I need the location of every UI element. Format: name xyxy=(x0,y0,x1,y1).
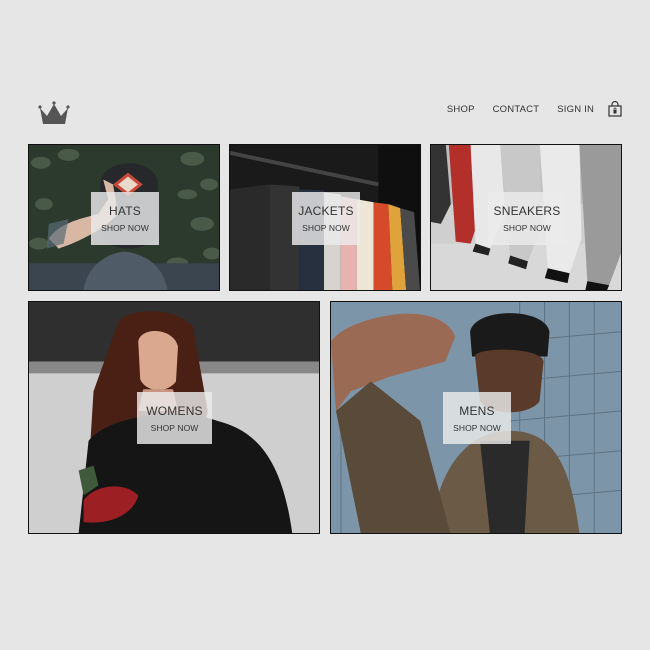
category-tile-mens[interactable]: MENS SHOP NOW xyxy=(330,301,622,534)
category-tile-jackets[interactable]: JACKETS SHOP NOW xyxy=(229,144,421,291)
nav-contact[interactable]: CONTACT xyxy=(493,104,540,115)
shop-now-link[interactable]: SHOP NOW xyxy=(151,423,199,433)
sneakers-label-box[interactable]: SNEAKERS SHOP NOW xyxy=(488,192,566,245)
shopping-bag-icon[interactable] xyxy=(608,101,622,117)
category-tile-womens[interactable]: WOMENS SHOP NOW xyxy=(28,301,320,534)
category-title: MENS xyxy=(459,403,495,418)
nav-sign-in[interactable]: SIGN IN xyxy=(557,104,594,115)
category-tile-sneakers[interactable]: SNEAKERS SHOP NOW xyxy=(430,144,622,291)
shop-now-link[interactable]: SHOP NOW xyxy=(453,423,501,433)
category-title: SNEAKERS xyxy=(493,204,561,218)
main-nav: SHOP CONTACT SIGN IN xyxy=(429,101,622,117)
hats-label-box[interactable]: HATS SHOP NOW xyxy=(91,192,159,245)
mens-label-box[interactable]: MENS SHOP NOW xyxy=(443,392,511,444)
category-title: WOMENS xyxy=(146,403,203,418)
crown-logo-icon[interactable] xyxy=(38,100,70,126)
shop-now-link[interactable]: SHOP NOW xyxy=(503,223,551,233)
shop-now-link[interactable]: SHOP NOW xyxy=(101,223,149,233)
category-tile-hats[interactable]: HATS SHOP NOW xyxy=(28,144,220,291)
shop-now-link[interactable]: SHOP NOW xyxy=(302,223,350,233)
jackets-label-box[interactable]: JACKETS SHOP NOW xyxy=(292,192,360,245)
category-title: HATS xyxy=(109,204,141,218)
womens-label-box[interactable]: WOMENS SHOP NOW xyxy=(137,392,212,444)
category-title: JACKETS xyxy=(298,204,354,218)
nav-shop[interactable]: SHOP xyxy=(447,104,475,115)
